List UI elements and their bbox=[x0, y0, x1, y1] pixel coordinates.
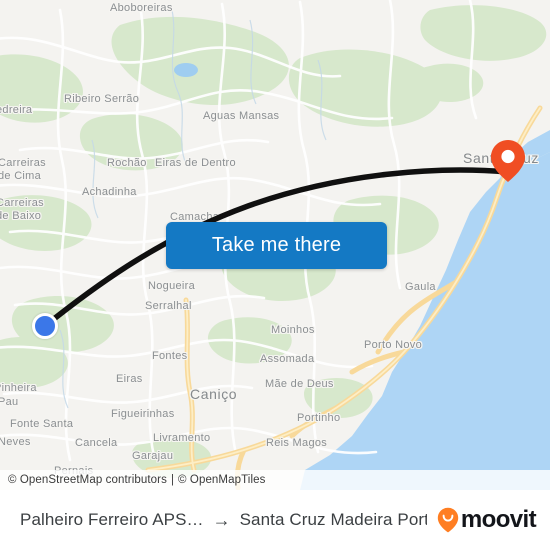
origin-marker[interactable] bbox=[32, 313, 58, 339]
moovit-brand-logo[interactable]: moovit bbox=[437, 506, 537, 534]
map-pin-icon bbox=[491, 140, 525, 182]
destination-marker[interactable] bbox=[489, 139, 527, 183]
footer-route-summary: Palheiro Ferreiro APS… → Santa Cruz Made… bbox=[20, 510, 427, 530]
arrow-right-icon: → bbox=[212, 510, 231, 530]
footer-destination-label[interactable]: Santa Cruz Madeira Portu… bbox=[240, 510, 427, 530]
moovit-trip-map-screen: AboboreirasRibeiro SerrãoAguas Mansasedr… bbox=[0, 0, 550, 550]
footer-bar: Palheiro Ferreiro APS… → Santa Cruz Made… bbox=[0, 490, 550, 550]
moovit-pin-icon bbox=[437, 507, 459, 533]
footer-origin-label[interactable]: Palheiro Ferreiro APS… bbox=[20, 510, 204, 530]
take-me-there-button[interactable]: Take me there bbox=[166, 222, 387, 269]
map-canvas[interactable]: AboboreirasRibeiro SerrãoAguas Mansasedr… bbox=[0, 0, 550, 490]
attribution-osm[interactable]: © OpenStreetMap contributors bbox=[8, 474, 167, 486]
moovit-wordmark: moovit bbox=[460, 506, 537, 533]
attribution-separator: | bbox=[170, 474, 175, 486]
attribution-openmaptiles[interactable]: © OpenMapTiles bbox=[178, 474, 265, 486]
map-attribution: © OpenStreetMap contributors | © OpenMap… bbox=[0, 470, 550, 490]
